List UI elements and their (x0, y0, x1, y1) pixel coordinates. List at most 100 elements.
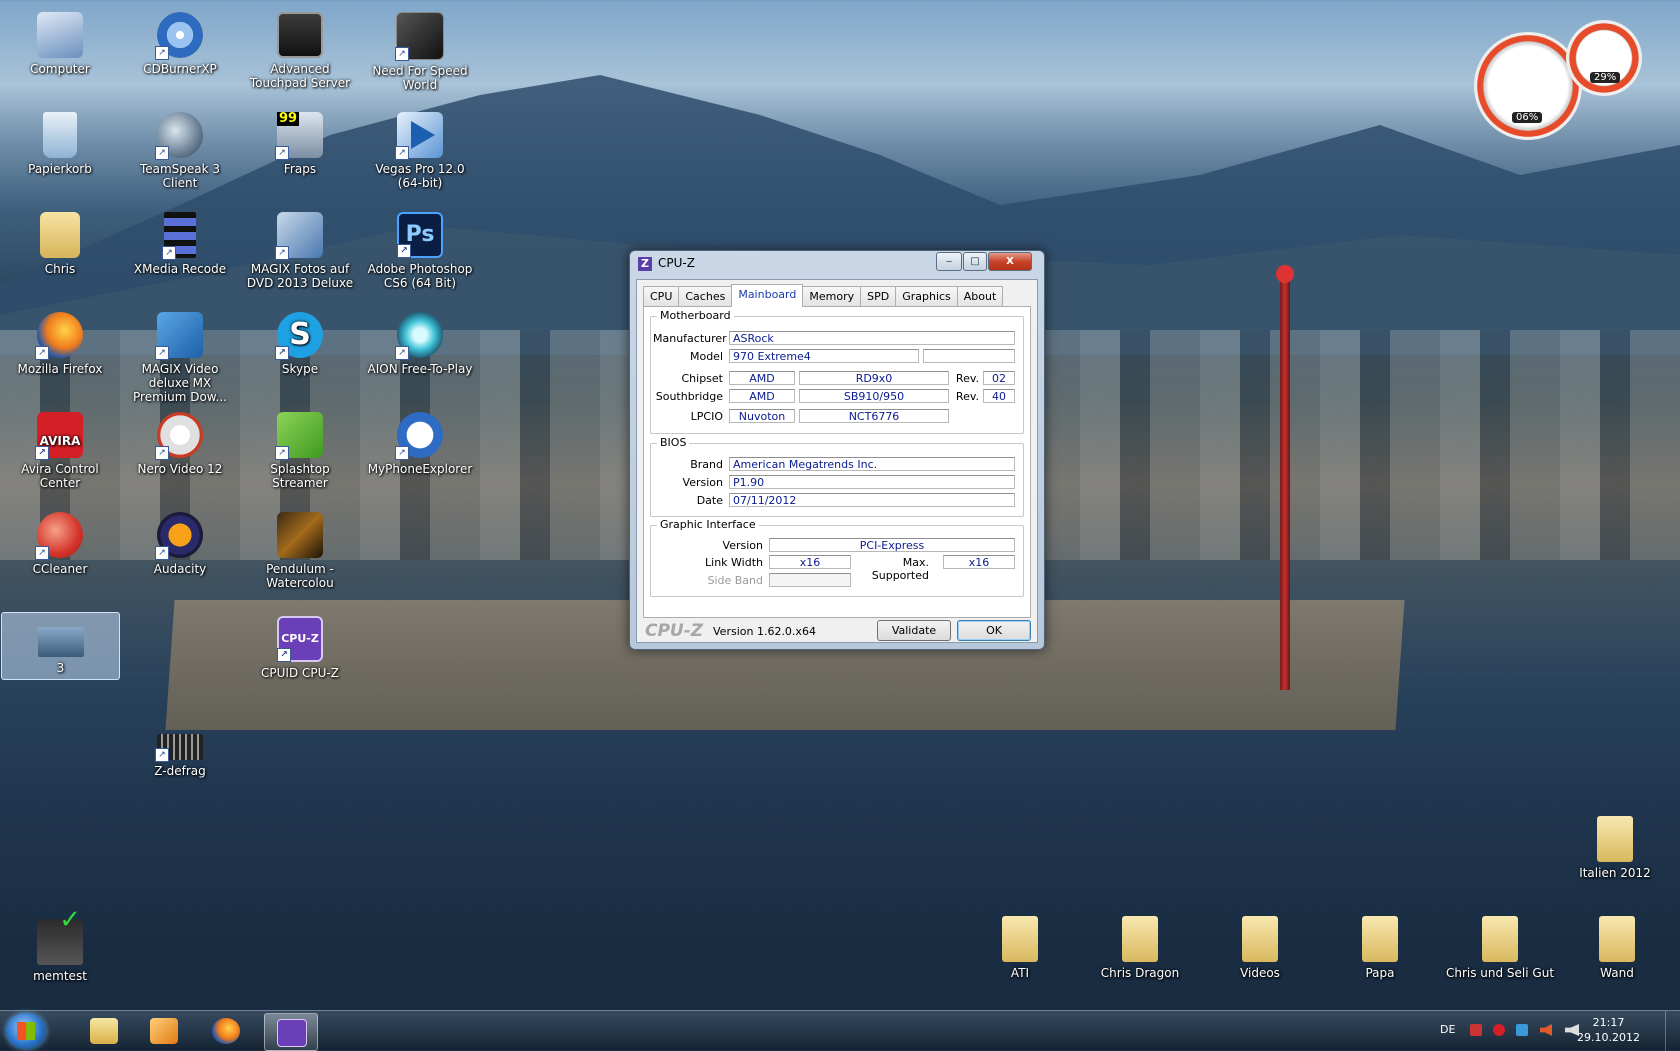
desktop-icon-memtest[interactable]: ✓ memtest (5, 907, 115, 983)
desktop-folder-papa[interactable]: Papa (1325, 912, 1435, 980)
icon-label: Pendulum - Watercolou (266, 562, 334, 590)
tab-mainboard[interactable]: Mainboard (731, 284, 804, 307)
tab-spd[interactable]: SPD (860, 286, 897, 307)
desktop-icon-myphoneexplorer[interactable]: ↗ MyPhoneExplorer (365, 408, 475, 476)
desktop-icon-vegas-pro[interactable]: ↗ Vegas Pro 12.0 (64-bit) (365, 108, 475, 190)
minimize-button[interactable]: ‒ (936, 252, 962, 271)
southbridge-label: Southbridge (655, 390, 723, 403)
cpuz-window: Z CPU-Z ‒ □ X CPU Caches Mainboard Memor… (629, 250, 1045, 650)
taskbar-cpuz[interactable] (264, 1013, 318, 1051)
firefox-icon: ↗ (35, 312, 83, 360)
group-title: Motherboard (657, 309, 734, 322)
skype-icon: S ↗ (275, 312, 323, 360)
show-desktop-button[interactable] (1665, 1011, 1680, 1051)
taskbar-clock[interactable]: 21:17 29.10.2012 (1577, 1015, 1640, 1045)
desktop-icon-ccleaner[interactable]: ↗ CCleaner (5, 508, 115, 576)
icon-label: Papa (1365, 966, 1395, 980)
cpuz-logo: CPU-Z (645, 621, 704, 641)
desktop-icon-photoshop[interactable]: Ps ↗ Adobe Photoshop CS6 (64 Bit) (365, 208, 475, 290)
icon-label: Adobe Photoshop CS6 (64 Bit) (367, 262, 473, 290)
tray-network-icon[interactable] (1470, 1024, 1482, 1036)
desktop-icon-touchpad-server[interactable]: Advanced Touchpad Server (245, 8, 355, 90)
desktop-icon-cdburnerxp[interactable]: ↗ CDBurnerXP (125, 8, 235, 76)
nfs-icon: ↗ (395, 12, 444, 61)
desktop-icon-nfs-world[interactable]: ↗ Need For Speed World (365, 8, 475, 92)
desktop-folder-wand[interactable]: Wand (1562, 912, 1672, 980)
vegas-play-icon: ↗ (395, 112, 443, 160)
tab-graphics[interactable]: Graphics (895, 286, 958, 307)
lpcio-field: NCT6776 (799, 409, 949, 423)
taskbar-firefox[interactable] (200, 1013, 252, 1049)
desktop-icon-computer[interactable]: Computer (5, 8, 115, 76)
maximize-button[interactable]: □ (963, 252, 987, 271)
bios-version-field: P1.90 (729, 475, 1015, 489)
icon-label: Computer (30, 62, 90, 76)
desktop-icon-fraps[interactable]: 99 ↗ Fraps (245, 108, 355, 176)
image-file-icon (277, 512, 323, 558)
desktop-folder-videos[interactable]: Videos (1205, 912, 1315, 980)
cpu-gauge (1474, 32, 1582, 140)
desktop-icon-audacity[interactable]: ↗ Audacity (125, 508, 235, 576)
desktop-folder-ati[interactable]: ATI (965, 912, 1075, 980)
desktop-icon-magix-video[interactable]: ↗ MAGIX Video deluxe MX Premium Dow... (125, 308, 235, 404)
recycle-bin-icon (43, 112, 77, 158)
tray-sync-icon[interactable] (1516, 1024, 1528, 1036)
tray-avira-icon[interactable] (1493, 1024, 1505, 1036)
myphoneexplorer-icon: ↗ (395, 412, 443, 460)
desktop-icon-splashtop[interactable]: ↗ Splashtop Streamer (245, 408, 355, 490)
icon-label: Wand (1600, 966, 1634, 980)
title-bar[interactable]: Z CPU-Z ‒ □ X (630, 251, 1044, 275)
folder-icon (1482, 916, 1518, 962)
folder-icon (1599, 916, 1635, 962)
desktop-icon-magix-fotos[interactable]: ↗ MAGIX Fotos auf DVD 2013 Deluxe (245, 208, 355, 290)
icon-label: Chris und Seli Gut (1445, 966, 1555, 980)
start-button[interactable] (6, 1013, 46, 1049)
tab-caches[interactable]: Caches (678, 286, 733, 307)
lpcio-vendor-field: Nuvoton (729, 409, 795, 423)
tab-strip: CPU Caches Mainboard Memory SPD Graphics… (643, 284, 1004, 307)
bios-brand-label: Brand (690, 458, 723, 471)
icon-label: Splashtop Streamer (270, 462, 330, 490)
tab-memory[interactable]: Memory (802, 286, 862, 307)
desktop-icon-pendulum[interactable]: Pendulum - Watercolou (245, 508, 355, 590)
ok-button[interactable]: OK (957, 620, 1031, 641)
windows-logo-icon (17, 1022, 35, 1040)
desktop-folder-chris-und-seli-gut[interactable]: Chris und Seli Gut (1445, 912, 1555, 980)
desktop-icon-nero[interactable]: ↗ Nero Video 12 (125, 408, 235, 476)
cpu-meter-gadget[interactable]: 06% 29% (1474, 20, 1644, 145)
tab-cpu[interactable]: CPU (643, 286, 680, 307)
desktop-icon-recycle-bin[interactable]: Papierkorb (5, 108, 115, 176)
language-indicator[interactable]: DE (1440, 1023, 1455, 1036)
group-title: Graphic Interface (657, 518, 759, 531)
taskbar-explorer[interactable] (78, 1013, 130, 1049)
desktop-icon-cpuz[interactable]: CPU-Z ↗ CPUID CPU-Z (245, 612, 355, 680)
desktop-icon-skype[interactable]: S ↗ Skype (245, 308, 355, 376)
desktop-icon-avira[interactable]: AVIRA ↗ Avira Control Center (5, 408, 115, 490)
desktop-folder-chris-dragon[interactable]: Chris Dragon (1085, 912, 1195, 980)
tray-speaker-muted-icon[interactable] (1540, 1024, 1552, 1036)
validate-button[interactable]: Validate (877, 620, 951, 641)
tab-about[interactable]: About (956, 286, 1004, 307)
manufacturer-label: Manufacturer (653, 332, 727, 345)
media-player-icon (150, 1018, 178, 1044)
magix-fotos-icon: ↗ (275, 212, 323, 260)
desktop-icon-3[interactable]: 3 (1, 612, 120, 680)
desktop-icon-zdefrag[interactable]: ↗ Z-defrag (125, 720, 235, 778)
window-footer: CPU-Z Version 1.62.0.x64 Validate OK (637, 618, 1037, 642)
chipset-vendor-field: AMD (729, 371, 795, 385)
desktop-icon-firefox[interactable]: ↗ Mozilla Firefox (5, 308, 115, 376)
aion-icon: ↗ (395, 312, 443, 360)
desktop-icon-chris[interactable]: Chris (5, 208, 115, 276)
folder-icon (1362, 916, 1398, 962)
clock-time: 21:17 (1592, 1016, 1625, 1029)
version-text: Version 1.62.0.x64 (713, 625, 816, 638)
computer-icon (37, 12, 83, 58)
icon-label: Avira Control Center (21, 462, 99, 490)
icon-label: Papierkorb (28, 162, 92, 176)
desktop-icon-xmedia-recode[interactable]: ↗ XMedia Recode (125, 208, 235, 276)
desktop-folder-italien-2012[interactable]: Italien 2012 (1560, 812, 1670, 880)
close-button[interactable]: X (988, 252, 1032, 271)
desktop-icon-aion[interactable]: ↗ AION Free-To-Play (365, 308, 475, 376)
taskbar-media-player[interactable] (138, 1013, 190, 1049)
desktop-icon-teamspeak[interactable]: ↗ TeamSpeak 3 Client (125, 108, 235, 190)
